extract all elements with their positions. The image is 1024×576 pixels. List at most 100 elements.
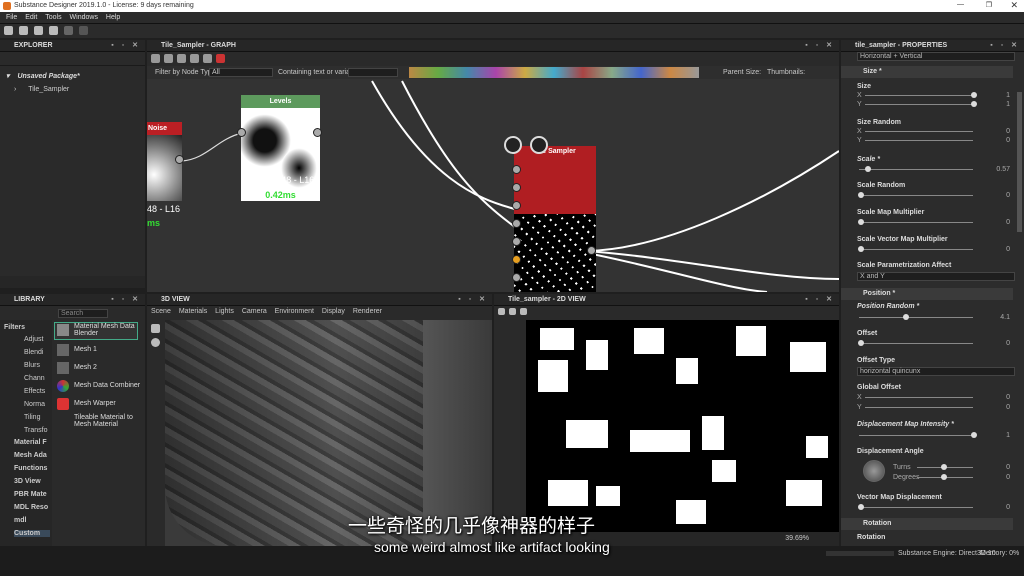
panel-controls[interactable]: ▪ ▫ ✕ bbox=[111, 294, 141, 306]
filter-channels[interactable]: Chann bbox=[24, 375, 45, 382]
pos-random-slider[interactable] bbox=[859, 317, 973, 318]
frame-icon[interactable] bbox=[151, 54, 160, 63]
menu-windows[interactable]: Windows bbox=[70, 12, 98, 24]
3d-menu-materials[interactable]: Materials bbox=[179, 308, 207, 315]
panel-controls[interactable]: ▪ ▫ ✕ bbox=[458, 294, 488, 306]
category-custom[interactable]: Custom bbox=[14, 530, 50, 537]
panel-controls[interactable]: ▪ ▫ ✕ bbox=[805, 40, 835, 52]
save-all-icon[interactable] bbox=[48, 26, 58, 35]
undo-icon[interactable] bbox=[63, 26, 73, 35]
filter-blurs[interactable]: Blurs bbox=[24, 362, 40, 369]
scale-map-mult-slider[interactable] bbox=[859, 222, 973, 223]
light-icon[interactable] bbox=[151, 338, 160, 347]
zoom-level[interactable]: 39.69% bbox=[785, 535, 809, 542]
redo-icon[interactable] bbox=[78, 26, 88, 35]
filter-select[interactable]: All bbox=[209, 68, 273, 77]
node-levels-input[interactable] bbox=[237, 128, 246, 137]
category-material-filters[interactable]: Material F bbox=[14, 439, 47, 446]
tile-input-1[interactable] bbox=[512, 165, 521, 174]
scale-map-mult-knob[interactable] bbox=[858, 219, 864, 225]
filter-effects[interactable]: Effects bbox=[24, 388, 45, 395]
offset-knob[interactable] bbox=[858, 340, 864, 346]
size-y-knob[interactable] bbox=[971, 101, 977, 107]
2d-tool-icon[interactable] bbox=[498, 308, 505, 315]
graph-tool-icon[interactable] bbox=[203, 54, 212, 63]
node-tile-sampler[interactable]: Tile Sampler bbox=[514, 146, 596, 292]
size-y-slider[interactable] bbox=[865, 104, 973, 105]
save-icon[interactable] bbox=[33, 26, 43, 35]
size-x-knob[interactable] bbox=[971, 92, 977, 98]
3d-menu-scene[interactable]: Scene bbox=[151, 308, 171, 315]
panel-controls[interactable]: ▪ ▫ ✕ bbox=[111, 40, 141, 52]
tile-input-7[interactable] bbox=[512, 273, 521, 282]
panel-controls[interactable]: ▪ ▫ ✕ bbox=[805, 294, 835, 306]
menu-tools[interactable]: Tools bbox=[45, 12, 61, 24]
filter-adjust[interactable]: Adjust bbox=[24, 336, 43, 343]
filter-transform[interactable]: Transfo bbox=[24, 427, 47, 434]
node-shelf-icons[interactable] bbox=[409, 67, 699, 78]
section-position[interactable]: Position * bbox=[841, 288, 1013, 300]
3d-menu-lights[interactable]: Lights bbox=[215, 308, 234, 315]
2d-save-icon[interactable] bbox=[509, 308, 516, 315]
align-icon[interactable] bbox=[216, 54, 225, 63]
graph-item[interactable]: › Tile_Sampler bbox=[14, 86, 69, 93]
turns-knob[interactable] bbox=[941, 464, 947, 470]
menu-file[interactable]: File bbox=[6, 12, 17, 24]
open-icon[interactable] bbox=[18, 26, 28, 35]
library-item-mesh-warper[interactable]: Mesh Warper bbox=[74, 400, 116, 407]
3d-menu-environment[interactable]: Environment bbox=[275, 308, 314, 315]
containing-input[interactable] bbox=[348, 68, 398, 77]
library-item-mesh-2[interactable]: Mesh 2 bbox=[74, 364, 97, 371]
tile-input-4[interactable] bbox=[512, 219, 521, 228]
panel-controls[interactable]: ▪ ▫ ✕ bbox=[990, 40, 1020, 52]
filter-blending[interactable]: Blendi bbox=[24, 349, 43, 356]
filters-header[interactable]: Filters bbox=[4, 324, 25, 331]
scale-random-slider[interactable] bbox=[859, 195, 973, 196]
size-random-x-slider[interactable] bbox=[865, 131, 973, 132]
tile-input-5[interactable] bbox=[512, 237, 521, 246]
menu-edit[interactable]: Edit bbox=[25, 12, 37, 24]
category-pbr-materials[interactable]: PBR Mate bbox=[14, 491, 47, 498]
tile-input-3[interactable] bbox=[512, 201, 521, 210]
2d-viewport[interactable] bbox=[526, 320, 839, 532]
node-levels-output[interactable] bbox=[313, 128, 322, 137]
size-random-y-slider[interactable] bbox=[865, 140, 973, 141]
comment-icon[interactable] bbox=[164, 54, 173, 63]
camera-icon[interactable] bbox=[151, 324, 160, 333]
document-icon[interactable] bbox=[504, 136, 522, 154]
scale-slider[interactable] bbox=[859, 169, 973, 170]
size-x-slider[interactable] bbox=[865, 95, 973, 96]
pattern-combo[interactable]: Horizontal + Vertical bbox=[857, 52, 1015, 61]
library-item-tileable-material[interactable]: Tileable Material to Mesh Material bbox=[74, 414, 136, 428]
library-item-mesh-data-blender[interactable]: Material Mesh Data Blender bbox=[74, 323, 136, 337]
2d-copy-icon[interactable] bbox=[520, 308, 527, 315]
package-item[interactable]: ▾ Unsaved Package* bbox=[6, 72, 80, 80]
camera-icon[interactable] bbox=[177, 54, 186, 63]
menu-help[interactable]: Help bbox=[106, 12, 120, 24]
category-functions[interactable]: Functions bbox=[14, 465, 47, 472]
3d-menu-display[interactable]: Display bbox=[322, 308, 345, 315]
node-noise-output[interactable] bbox=[175, 155, 184, 164]
library-item-mesh-data-combiner[interactable]: Mesh Data Combiner bbox=[74, 382, 140, 389]
degrees-knob[interactable] bbox=[941, 474, 947, 480]
filter-normal[interactable]: Norma bbox=[24, 401, 45, 408]
pos-random-knob[interactable] bbox=[903, 314, 909, 320]
vec-disp-knob[interactable] bbox=[858, 504, 864, 510]
offset-slider[interactable] bbox=[859, 343, 973, 344]
zoom-icon[interactable] bbox=[190, 54, 199, 63]
tile-output[interactable] bbox=[587, 246, 596, 255]
3d-menu-camera[interactable]: Camera bbox=[242, 308, 267, 315]
close-icon[interactable]: ✕ bbox=[1010, 0, 1018, 11]
library-item-mesh-1[interactable]: Mesh 1 bbox=[74, 346, 97, 353]
properties-scrollbar[interactable] bbox=[1017, 92, 1022, 232]
vec-disp-slider[interactable] bbox=[859, 507, 973, 508]
scale-param-combo[interactable]: X and Y bbox=[857, 272, 1015, 281]
category-mdl[interactable]: mdl bbox=[14, 517, 26, 524]
minimize-icon[interactable]: — bbox=[957, 1, 964, 8]
checker-icon[interactable] bbox=[530, 136, 548, 154]
restore-icon[interactable]: ❐ bbox=[986, 1, 992, 9]
category-mesh-adaptive[interactable]: Mesh Ada bbox=[14, 452, 47, 459]
scale-vec-mult-slider[interactable] bbox=[859, 249, 973, 250]
scale-knob[interactable] bbox=[865, 166, 871, 172]
disp-map-slider[interactable] bbox=[859, 435, 973, 436]
